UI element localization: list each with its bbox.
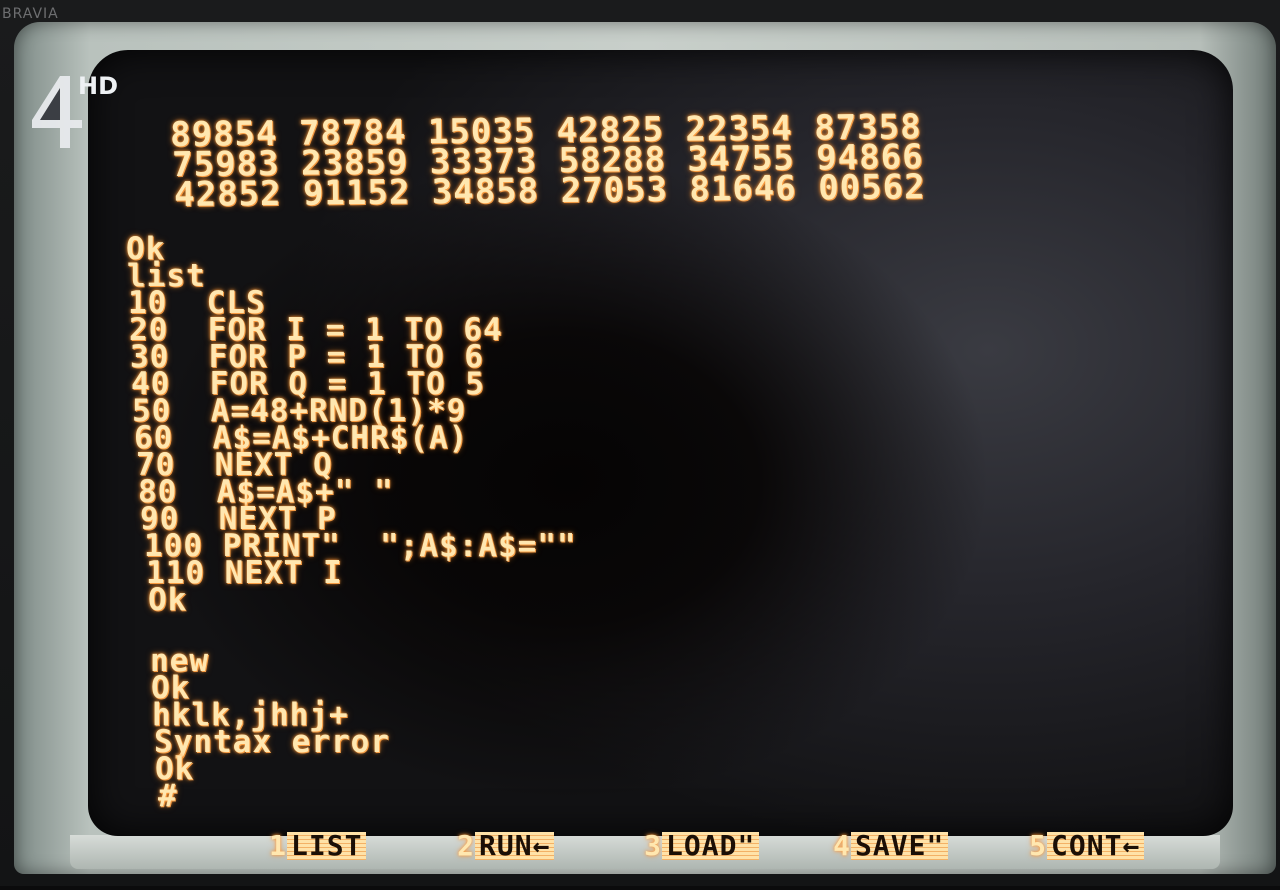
crt-screen[interactable]: 89854 78784 15035 42825 22354 87358 7598… bbox=[88, 50, 1233, 836]
number-output-row: 42852 91152 34858 27053 81646 00562 bbox=[173, 167, 926, 215]
hd-label: HD bbox=[78, 72, 119, 100]
tv-frame: BRAVIA 89854 78784 15035 42825 22354 873… bbox=[0, 0, 1280, 886]
fkey-number: 2 bbox=[457, 829, 476, 862]
fkey-number: 4 bbox=[833, 829, 852, 862]
fkey-list[interactable]: 1 LIST bbox=[162, 804, 367, 860]
fkey-cont[interactable]: 5 CONT← bbox=[922, 804, 1145, 860]
terminal-line: Ok bbox=[148, 582, 188, 618]
fkey-label: CONT← bbox=[1047, 832, 1145, 860]
fkey-save[interactable]: 4 SAVE" bbox=[726, 804, 949, 860]
fkey-number: 1 bbox=[269, 829, 288, 862]
tv-brand: BRAVIA bbox=[2, 6, 59, 22]
fkey-run[interactable]: 2 RUN← bbox=[350, 804, 555, 860]
basic-terminal: 89854 78784 15035 42825 22354 87358 7598… bbox=[88, 50, 1233, 836]
fkey-number: 5 bbox=[1029, 829, 1048, 862]
channel-4-logo: HD bbox=[30, 72, 120, 152]
fkey-number: 3 bbox=[644, 829, 663, 862]
